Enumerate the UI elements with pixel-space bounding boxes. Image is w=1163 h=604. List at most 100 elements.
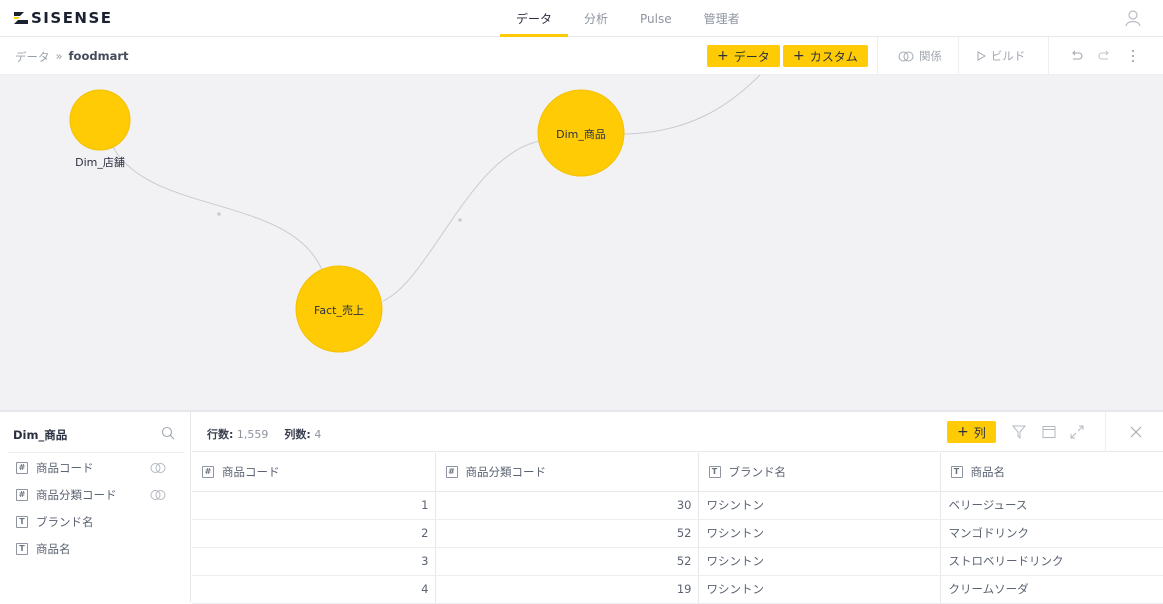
add-custom-button[interactable]: + カスタム — [783, 45, 868, 67]
plus-icon: + — [793, 48, 805, 64]
play-icon — [977, 51, 986, 61]
number-type-icon: # — [16, 462, 28, 474]
field-item[interactable]: T 商品名 — [16, 539, 176, 559]
field-name: 商品コード — [36, 461, 94, 475]
table-cell[interactable]: 2 — [192, 519, 436, 548]
grid-header-row: # 商品コード # 商品分類コード T ブランド名 T 商品名 — [192, 453, 1163, 492]
field-name: 商品分類コード — [36, 488, 117, 502]
breadcrumb-current: foodmart — [68, 49, 129, 63]
add-data-button[interactable]: + データ — [707, 45, 780, 67]
text-type-icon: T — [950, 465, 963, 478]
selected-table-name: Dim_商品 — [13, 428, 68, 442]
field-name: ブランド名 — [36, 515, 94, 529]
user-icon[interactable] — [1125, 9, 1141, 27]
column-header[interactable]: T ブランド名 — [698, 453, 941, 492]
toolbar-divider — [1048, 37, 1049, 75]
build-label: ビルド — [990, 49, 1026, 63]
tab-analytics[interactable]: 分析 — [568, 0, 624, 37]
search-icon[interactable] — [161, 426, 175, 440]
table-cell[interactable]: 3 — [192, 547, 436, 576]
table-cell[interactable]: 30 — [435, 491, 699, 520]
redo-icon[interactable] — [1098, 50, 1111, 62]
table-cell[interactable]: 52 — [435, 547, 699, 576]
column-header[interactable]: T 商品名 — [940, 453, 1163, 492]
relation-midpoint — [458, 218, 462, 222]
expand-icon[interactable] — [1070, 425, 1084, 439]
relation-line-store-sales — [112, 146, 323, 271]
text-type-icon: T — [16, 516, 28, 528]
table-cell[interactable]: ワシントン — [698, 547, 941, 576]
table-cell[interactable]: 1 — [192, 491, 436, 520]
plus-icon: + — [717, 48, 729, 64]
table-cell[interactable]: 52 — [435, 519, 699, 548]
relation-line-sales-product — [382, 140, 541, 302]
add-custom-label: カスタム — [809, 49, 858, 64]
column-name: ブランド名 — [728, 464, 787, 479]
column-name: 商品名 — [970, 464, 1006, 479]
field-item[interactable]: # 商品分類コード — [16, 485, 176, 505]
relation-icon[interactable] — [150, 462, 166, 474]
model-toolbar: データ » foodmart + データ + カスタム 関係 ビルド — [0, 37, 1163, 75]
column-header[interactable]: # 商品コード — [192, 453, 436, 492]
add-column-button[interactable]: + 列 — [947, 421, 996, 443]
table-preview-panel: Dim_商品 # 商品コード # 商品分類コード T ブランド名 T 商品名 行… — [0, 410, 1163, 604]
table-cell[interactable]: 4 — [192, 575, 436, 604]
table-row: 2 52 ワシントン マンゴドリンク — [192, 519, 1163, 548]
breadcrumb: データ » foodmart — [15, 49, 129, 65]
build-button[interactable]: ビルド — [956, 48, 1046, 64]
main-nav: データ 分析 Pulse 管理者 — [500, 0, 756, 37]
field-item[interactable]: T ブランド名 — [16, 512, 176, 532]
relations-icon — [898, 51, 914, 61]
number-type-icon: # — [202, 465, 214, 478]
more-options-icon[interactable] — [1131, 49, 1135, 63]
table-cell[interactable]: ストロベリードリンク — [940, 547, 1163, 576]
table-cell[interactable]: マンゴドリンク — [940, 519, 1163, 548]
text-type-icon: T — [708, 465, 721, 478]
field-list: Dim_商品 # 商品コード # 商品分類コード T ブランド名 T 商品名 — [0, 412, 191, 602]
table-row: 3 52 ワシントン ストロベリードリンク — [192, 547, 1163, 576]
toolbar-divider — [877, 37, 878, 75]
relations-label: 関係 — [919, 49, 942, 63]
undo-icon[interactable] — [1070, 50, 1083, 62]
relations-button[interactable]: 関係 — [898, 48, 942, 64]
sisense-logo[interactable]: SISENSE — [14, 9, 113, 27]
number-type-icon: # — [16, 489, 28, 501]
table-cell[interactable]: ワシントン — [698, 491, 941, 520]
table-view-icon[interactable] — [1042, 425, 1056, 439]
table-cell[interactable]: ワシントン — [698, 575, 941, 604]
data-grid: # 商品コード # 商品分類コード T ブランド名 T 商品名 1 30 ワシントン ベ… — [192, 453, 1163, 604]
table-cell[interactable]: 19 — [435, 575, 699, 604]
plus-icon: + — [957, 424, 969, 440]
number-type-icon: # — [445, 465, 458, 478]
table-row: 4 19 ワシントン クリームソーダ — [192, 575, 1163, 604]
tab-admin[interactable]: 管理者 — [688, 0, 756, 37]
field-item[interactable]: # 商品コード — [16, 458, 176, 478]
divider — [8, 452, 184, 453]
close-icon[interactable] — [1129, 425, 1143, 439]
table-counts: 行数: 1,559 列数: 4 — [207, 426, 321, 442]
column-count: 列数: 4 — [284, 428, 322, 441]
node-label-dim-store[interactable]: Dim_店舗 — [75, 154, 125, 170]
table-row: 1 30 ワシントン ベリージュース — [192, 491, 1163, 520]
column-name: 商品コード — [222, 464, 280, 479]
filter-icon[interactable] — [1012, 425, 1026, 439]
row-count: 行数: 1,559 — [207, 428, 269, 441]
column-header[interactable]: # 商品分類コード — [435, 453, 699, 492]
tab-pulse[interactable]: Pulse — [624, 0, 688, 37]
table-cell[interactable]: クリームソーダ — [940, 575, 1163, 604]
add-data-label: データ — [733, 49, 770, 64]
model-canvas[interactable]: Dim_店舗 Dim_商品 Fact_売上 — [0, 75, 1163, 410]
text-type-icon: T — [16, 543, 28, 555]
node-label-dim-product[interactable]: Dim_商品 — [556, 126, 606, 142]
node-dim-store — [69, 89, 131, 151]
add-column-label: 列 — [973, 425, 986, 440]
relation-icon[interactable] — [150, 489, 166, 501]
table-cell[interactable]: ワシントン — [698, 519, 941, 548]
table-cell[interactable]: ベリージュース — [940, 491, 1163, 520]
logo-text: SISENSE — [31, 9, 113, 27]
tab-data[interactable]: データ — [500, 0, 569, 37]
node-label-fact-sales[interactable]: Fact_売上 — [314, 302, 364, 318]
sisense-logo-icon — [14, 12, 28, 24]
breadcrumb-root[interactable]: データ — [15, 49, 50, 65]
top-bar: SISENSE データ 分析 Pulse 管理者 — [0, 0, 1163, 37]
